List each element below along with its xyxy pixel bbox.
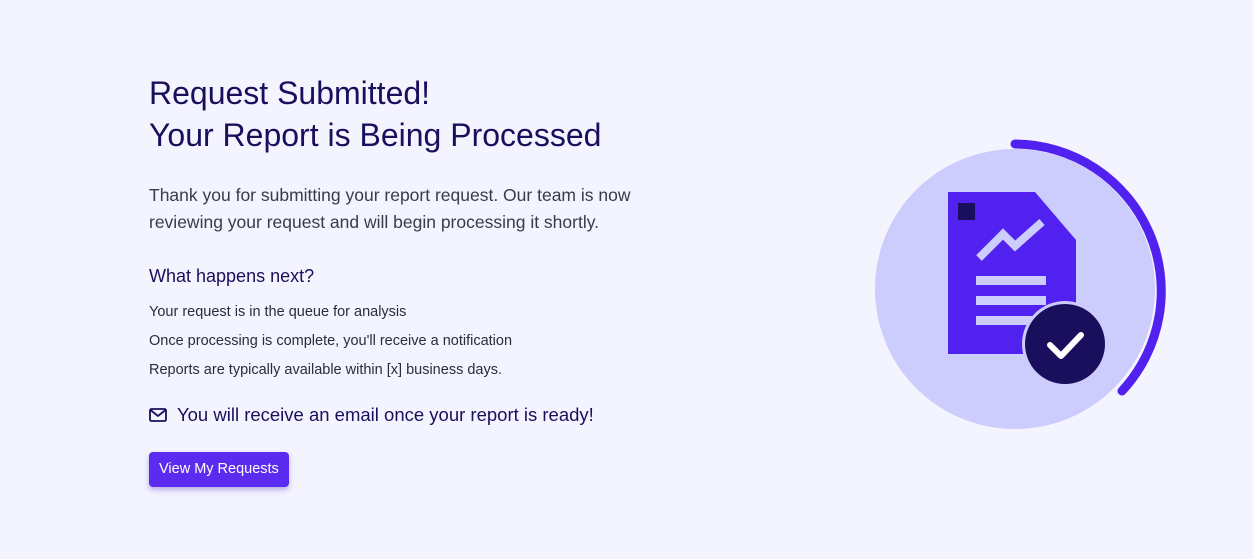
title-line-1: Request Submitted! bbox=[149, 75, 431, 111]
title-line-2: Your Report is Being Processed bbox=[149, 117, 602, 153]
email-notice: You will receive an email once your repo… bbox=[149, 403, 669, 427]
email-notice-text: You will receive an email once your repo… bbox=[177, 404, 594, 425]
next-step-item: Once processing is complete, you'll rece… bbox=[149, 333, 513, 349]
view-my-requests-button[interactable]: View My Requests bbox=[149, 452, 289, 487]
report-processing-illustration bbox=[860, 130, 1180, 440]
next-steps-list: Your request is in the queue for analysi… bbox=[149, 298, 669, 385]
confirmation-content: Request Submitted! Your Report is Being … bbox=[149, 72, 669, 487]
next-step-item: Reports are typically available within [… bbox=[149, 362, 502, 378]
next-steps-heading: What happens next? bbox=[149, 266, 315, 286]
mail-icon bbox=[149, 408, 167, 422]
next-step-item: Your request is in the queue for analysi… bbox=[149, 304, 407, 320]
page-title: Request Submitted! Your Report is Being … bbox=[149, 72, 669, 156]
check-icon bbox=[1022, 301, 1108, 387]
intro-text: Thank you for submitting your report req… bbox=[149, 185, 631, 232]
